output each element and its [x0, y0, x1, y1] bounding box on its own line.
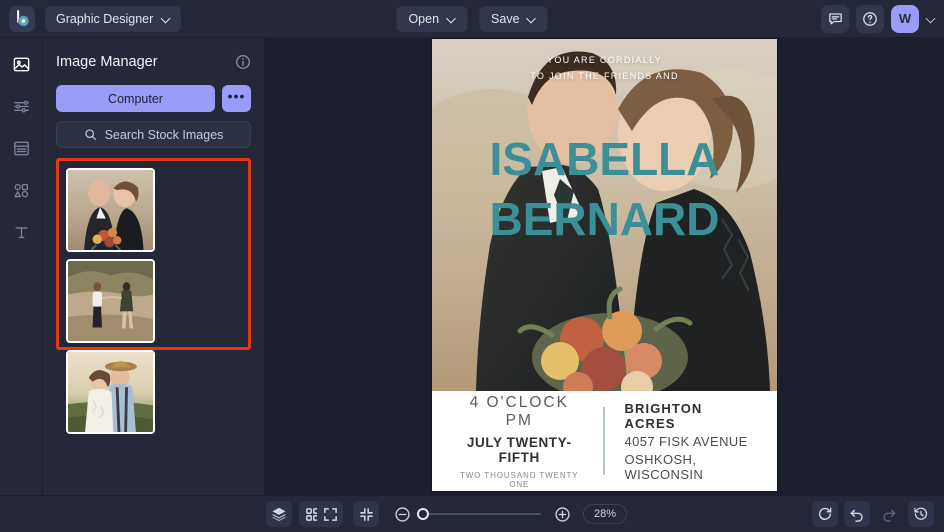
search-icon	[84, 129, 96, 140]
sidebar-item-text[interactable]	[7, 218, 35, 246]
canvas-details-footer: 4 O'CLOCK PM JULY TWENTY-FIFTH TWO THOUS…	[432, 391, 777, 491]
thumbnail-image	[68, 170, 153, 250]
user-avatar[interactable]: W	[891, 4, 919, 33]
computer-button[interactable]: Computer	[56, 85, 215, 112]
avatar-initial: W	[898, 11, 912, 26]
more-sources-label: •••	[227, 88, 246, 104]
befunky-logo-button[interactable]	[9, 5, 35, 32]
zoom-slider-handle[interactable]	[416, 508, 429, 520]
search-stock-images-label: Search Stock Images	[104, 127, 224, 142]
top-right-actions: W	[821, 4, 935, 33]
chevron-down-icon	[162, 15, 170, 23]
chevron-down-icon	[528, 15, 536, 23]
zoom-slider-track[interactable]	[416, 508, 541, 520]
open-label: Open	[408, 12, 440, 26]
text-icon	[15, 226, 27, 238]
help-circle-icon	[863, 11, 877, 26]
thumbnail-couple-hat-kiss-sunset[interactable]	[66, 350, 155, 434]
layout-icon	[13, 141, 29, 155]
first-name-text: ISABELLA	[489, 133, 720, 185]
venue-city: OSHKOSH, WISCONSIN	[624, 451, 704, 482]
chat-button[interactable]	[821, 4, 849, 33]
invite-intro-text: YOU ARE CORDIALLY TO JOIN THE FRIENDS AN…	[432, 52, 777, 84]
save-button[interactable]: Save	[479, 6, 548, 32]
panel-info-button[interactable]	[235, 54, 251, 70]
zoom-out-icon	[394, 506, 410, 522]
info-circle-icon	[236, 55, 250, 69]
zoom-out-button[interactable]	[389, 501, 415, 527]
panel-title: Image Manager	[56, 54, 158, 70]
panel-header: Image Manager	[56, 54, 251, 70]
chat-icon	[828, 13, 842, 25]
source-buttons-row: Computer •••	[56, 85, 251, 112]
fit-to-screen-button[interactable]	[316, 501, 343, 527]
redo-icon	[883, 509, 896, 522]
bottom-center-zoom-controls: 28%	[316, 501, 628, 527]
shrink-to-fit-button[interactable]	[352, 501, 379, 527]
event-date: JULY TWENTY-FIFTH	[466, 434, 572, 465]
sidebar-item-graphics[interactable]	[7, 176, 35, 204]
collapse-frame-icon	[359, 507, 373, 521]
zoom-slider-group: 28%	[389, 501, 628, 527]
chevron-down-icon	[447, 15, 455, 23]
design-canvas[interactable]: YOU ARE CORDIALLY TO JOIN THE FRIENDS AN…	[432, 39, 777, 491]
bottom-right-actions	[812, 501, 934, 527]
invite-line-1: YOU ARE CORDIALLY	[547, 55, 662, 65]
open-button[interactable]: Open	[396, 6, 468, 32]
history-button[interactable]	[908, 501, 934, 527]
thumbnail-image	[68, 352, 153, 432]
image-manager-panel: Image Manager Computer ••• Search Stock …	[43, 38, 265, 495]
event-time: 4 O'CLOCK PM	[469, 393, 569, 429]
save-label: Save	[491, 12, 520, 26]
layers-icon	[272, 507, 286, 522]
document-name-label: Graphic Designer	[56, 11, 154, 26]
sliders-icon	[13, 100, 29, 112]
canvas-photo: YOU ARE CORDIALLY TO JOIN THE FRIENDS AN…	[432, 39, 777, 391]
main-body: Image Manager Computer ••• Search Stock …	[0, 38, 944, 495]
couple-names[interactable]: ISABELLA BERNARD	[432, 129, 777, 249]
event-venue-block: BRIGHTON ACRES 4057 FISK AVENUE OSHKOSH,…	[605, 401, 756, 482]
search-stock-images-button[interactable]: Search Stock Images	[56, 121, 251, 148]
thumbnail-wedding-couple-bouquet[interactable]	[66, 168, 155, 252]
more-sources-button[interactable]: •••	[222, 85, 251, 112]
document-name-dropdown[interactable]: Graphic Designer	[45, 5, 182, 32]
image-icon	[13, 57, 29, 71]
venue-address: 4057 FISK AVENUE	[624, 433, 748, 449]
invite-line-2: TO JOIN THE FRIENDS AND	[530, 71, 679, 81]
venue-name: BRIGHTON ACRES	[624, 400, 703, 431]
thumbnail-couple-holding-hands-field[interactable]	[66, 259, 155, 343]
zoom-in-button[interactable]	[549, 501, 575, 527]
left-tool-rail	[0, 38, 43, 495]
shapes-icon	[13, 183, 28, 197]
event-year: TWO THOUSAND TWENTY ONE	[459, 470, 579, 489]
top-toolbar: Graphic Designer Open Save W	[0, 0, 944, 38]
account-chevron-down-icon[interactable]	[927, 15, 935, 23]
thumbnail-image	[68, 261, 153, 341]
reset-icon	[819, 507, 832, 520]
sidebar-item-image-manager[interactable]	[7, 50, 35, 78]
layers-button[interactable]	[266, 501, 292, 527]
expand-frame-icon	[323, 507, 337, 521]
help-button[interactable]	[856, 4, 884, 33]
undo-button[interactable]	[844, 501, 870, 527]
befunky-logo-icon	[16, 10, 29, 27]
computer-label: Computer	[108, 91, 163, 106]
redo-button[interactable]	[876, 501, 902, 527]
zoom-in-icon	[554, 506, 570, 522]
zoom-level-badge[interactable]: 28%	[582, 504, 628, 524]
zoom-level-label: 28%	[593, 508, 617, 520]
reset-button[interactable]	[812, 501, 838, 527]
last-name-text: BERNARD	[489, 193, 720, 245]
uploaded-images-grid	[56, 158, 251, 434]
bottom-toolbar: 28%	[0, 495, 944, 532]
undo-icon	[850, 509, 863, 522]
sidebar-item-edit[interactable]	[7, 92, 35, 120]
history-icon	[914, 507, 928, 520]
app-root: Graphic Designer Open Save W Image Manag…	[0, 0, 944, 532]
canvas-area[interactable]: YOU ARE CORDIALLY TO JOIN THE FRIENDS AN…	[265, 38, 944, 495]
sidebar-item-templates[interactable]	[7, 134, 35, 162]
event-time-block: 4 O'CLOCK PM JULY TWENTY-FIFTH TWO THOUS…	[454, 394, 603, 489]
top-center-actions: Open Save	[396, 0, 548, 38]
